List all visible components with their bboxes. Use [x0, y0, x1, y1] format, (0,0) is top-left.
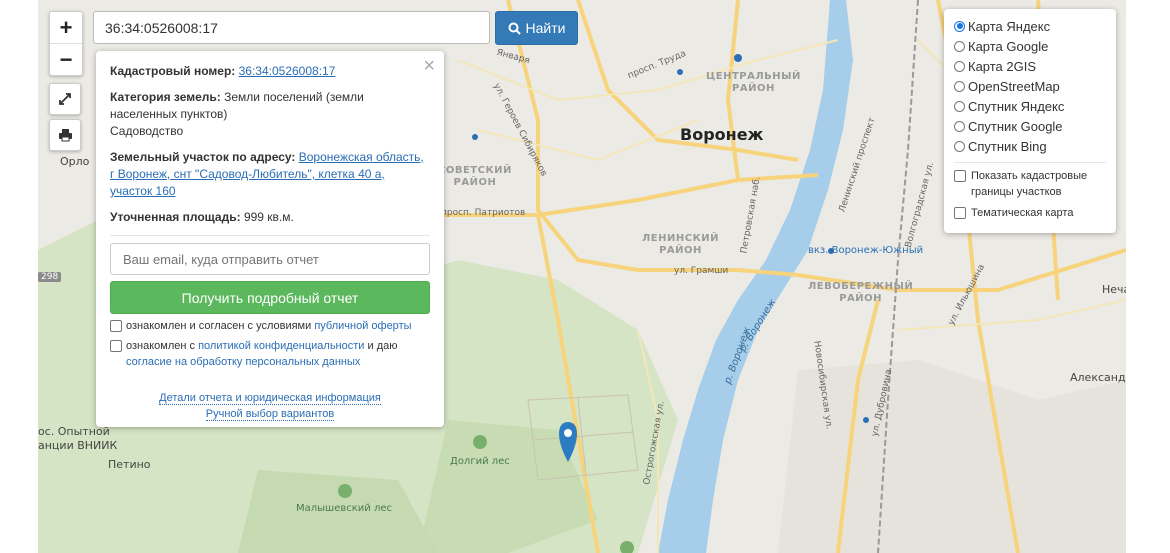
radio-icon[interactable] — [954, 140, 965, 152]
consent-privacy-row: ознакомлен с политикой конфиденциальност… — [110, 338, 430, 370]
public-offer-link[interactable]: публичной оферты — [314, 320, 411, 332]
email-input[interactable] — [110, 243, 430, 275]
cadastral-number-label: Кадастровый номер: — [110, 64, 236, 78]
land-category-row: Категория земель: Земли поселений (земли… — [110, 89, 430, 140]
consent-privacy-checkbox[interactable] — [110, 340, 122, 352]
land-category-label: Категория земель: — [110, 90, 221, 104]
zoom-control: + − — [49, 11, 83, 76]
consent-offer-row: ознакомлен и согласен с условиями публич… — [110, 318, 430, 334]
radio-icon[interactable] — [954, 100, 965, 112]
cadastral-borders-label: Показать кадастровые границы участков — [971, 170, 1088, 198]
consent-privacy-text: ознакомлен с политикой конфиденциальност… — [126, 338, 430, 370]
cadastral-borders-option[interactable]: Показать кадастровые границы участков — [954, 168, 1106, 200]
consent-privacy-prefix: ознакомлен с — [126, 340, 196, 352]
map-label-dolgiy-forest: Долгий лес — [450, 456, 510, 467]
cadastral-search-input[interactable] — [93, 11, 490, 44]
layer-option-yandex-map[interactable]: Карта Яндекс — [954, 16, 1106, 36]
print-button[interactable] — [49, 119, 81, 151]
area-row: Уточненная площадь: 999 кв.м. — [110, 209, 430, 226]
divider — [954, 162, 1106, 163]
map-label-station: вкз. Воронеж-Южный — [808, 245, 924, 256]
print-icon — [58, 129, 72, 142]
fullscreen-button[interactable] — [49, 83, 81, 115]
layer-option-google-satellite[interactable]: Спутник Google — [954, 116, 1106, 136]
layer-option-bing-satellite[interactable]: Спутник Bing — [954, 136, 1106, 156]
area-value: 999 кв.м. — [243, 210, 294, 224]
panel-footer-links: Детали отчета и юридическая информация Р… — [110, 390, 430, 422]
map-label-orlovo: Орло — [60, 155, 90, 168]
search-button[interactable]: Найти — [495, 11, 578, 45]
map-label-necha: Неча — [1102, 283, 1126, 296]
layer-option-label: OpenStreetMap — [968, 78, 1060, 94]
map-label-petino: Петино — [108, 458, 151, 471]
layer-option-osm[interactable]: OpenStreetMap — [954, 76, 1106, 96]
consent-offer-text: ознакомлен и согласен с условиями публич… — [126, 318, 412, 334]
layer-option-yandex-satellite[interactable]: Спутник Яндекс — [954, 96, 1106, 116]
consent-offer-prefix: ознакомлен и согласен с условиями — [126, 320, 312, 332]
layer-option-label: Спутник Bing — [968, 138, 1047, 154]
report-details-link[interactable]: Детали отчета и юридическая информация — [159, 392, 381, 405]
consent-offer-checkbox[interactable] — [110, 320, 122, 332]
map-label-leninsky-district: ЛЕНИНСКИЙ РАЙОН — [642, 233, 719, 256]
layer-option-label: Спутник Google — [968, 118, 1063, 134]
page-right-margin — [1126, 0, 1170, 553]
layer-option-label: Карта Яндекс — [968, 18, 1051, 34]
map-label-road-298: 298 — [38, 272, 62, 282]
area-label: Уточненная площадь: — [110, 210, 241, 224]
land-usage-value: Садоводство — [110, 124, 184, 138]
map-label-levober-district: ЛЕВОБЕРЕЖНЫЙ РАЙОН — [808, 281, 914, 304]
consent-privacy-mid: и даю — [367, 340, 398, 352]
layer-option-google-map[interactable]: Карта Google — [954, 36, 1106, 56]
map-layer-switcher: Карта Яндекс Карта Google Карта 2GIS Ope… — [944, 9, 1116, 233]
layer-option-label: Карта Google — [968, 38, 1049, 54]
map-label-central-district: ЦЕНТРАЛЬНЫЙ РАЙОН — [706, 71, 801, 94]
layer-option-label: Карта 2GIS — [968, 58, 1037, 74]
address-row: Земельный участок по адресу: Воронежская… — [110, 149, 430, 200]
radio-selected-icon[interactable] — [954, 20, 965, 32]
cadastral-number-link[interactable]: 36:34:0526008:17 — [239, 64, 336, 78]
cadastral-borders-checkbox[interactable] — [954, 170, 966, 182]
thematic-map-label: Тематическая карта — [971, 207, 1074, 219]
thematic-map-option[interactable]: Тематическая карта — [954, 205, 1106, 221]
layer-option-label: Спутник Яндекс — [968, 98, 1065, 114]
zoom-in-button[interactable]: + — [50, 12, 82, 43]
cadastral-number-row: Кадастровый номер: 36:34:0526008:17 — [110, 63, 430, 80]
map-label-alexandrovka: Александр — [1070, 371, 1126, 384]
map-label-gramshi: ул. Грамши — [674, 266, 729, 276]
map-label-soviet-district: СОВЕТСКИЙ РАЙОН — [438, 165, 512, 188]
map-label-city: Воронеж — [680, 125, 764, 144]
privacy-policy-link[interactable]: политикой конфиденциальности — [198, 340, 364, 352]
map-label-opytnoy: ос. Опытной анции ВНИИК — [38, 425, 118, 452]
layer-option-2gis-map[interactable]: Карта 2GIS — [954, 56, 1106, 76]
close-icon[interactable]: × — [423, 55, 435, 78]
search-button-label: Найти — [525, 20, 566, 36]
zoom-out-button[interactable]: − — [50, 43, 82, 75]
personal-data-consent-link[interactable]: согласие на обработку персональных данны… — [126, 356, 360, 368]
divider — [110, 235, 430, 236]
manual-selection-link[interactable]: Ручной выбор вариантов — [205, 408, 335, 421]
radio-icon[interactable] — [954, 40, 965, 52]
map-label-patriotov: просп. Патриотов — [441, 208, 526, 218]
thematic-map-checkbox[interactable] — [954, 207, 966, 219]
map-label-malyshev-forest: Малышевский лес — [296, 503, 392, 514]
plot-info-panel: × Кадастровый номер: 36:34:0526008:17 Ка… — [96, 51, 444, 427]
get-report-button[interactable]: Получить подробный отчет — [110, 281, 430, 314]
radio-icon[interactable] — [954, 120, 965, 132]
radio-icon[interactable] — [954, 60, 965, 72]
search-icon — [508, 22, 521, 35]
fullscreen-icon — [59, 93, 71, 105]
address-label: Земельный участок по адресу: — [110, 150, 296, 164]
radio-icon[interactable] — [954, 80, 965, 92]
